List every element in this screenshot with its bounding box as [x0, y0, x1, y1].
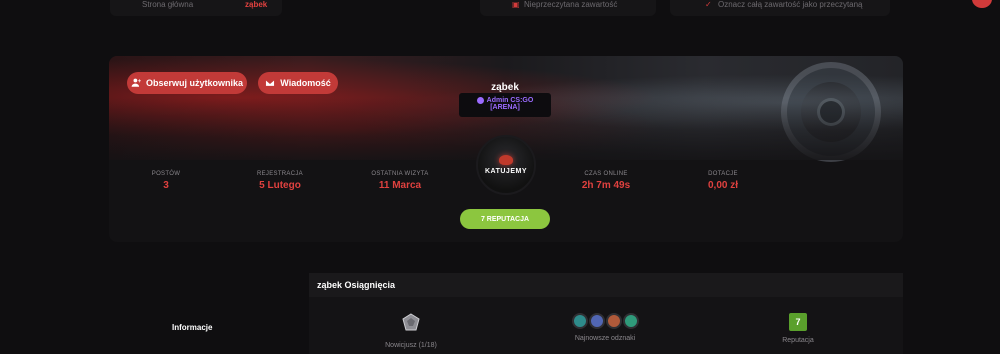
message-button[interactable]: Wiadomość — [258, 72, 338, 94]
profile-card: Obserwuj użytkownika Wiadomość ząbek Adm… — [109, 56, 903, 242]
badges-row — [555, 313, 655, 329]
achievement-label: Nowicjusz (1/18) — [385, 342, 437, 349]
badge-icon[interactable] — [588, 313, 605, 329]
follow-user-label: Obserwuj użytkownika — [145, 78, 244, 88]
stat-registration: REJESTRACJA 5 Lutego — [235, 171, 325, 191]
unread-link-box[interactable]: ▣ Nieprzeczytana zawartość — [480, 0, 656, 16]
stat-last-visit: OSTATNIA WIZYTA 11 Marca — [355, 171, 445, 191]
follow-user-button[interactable]: Obserwuj użytkownika — [127, 72, 247, 94]
badge-icon[interactable] — [571, 313, 588, 329]
reputation-button[interactable]: 7 REPUTACJA — [460, 209, 550, 229]
stat-value: 2h 7m 49s — [581, 180, 631, 191]
avatar[interactable]: KATUJEMY — [476, 135, 536, 195]
message-label: Wiadomość — [280, 78, 331, 88]
stat-label: POSTÓW — [151, 171, 181, 177]
badge-icon[interactable] — [605, 313, 622, 329]
info-tab[interactable]: Informacje — [172, 323, 212, 332]
achievement-rank[interactable]: Nowicjusz (1/18) — [361, 313, 461, 349]
stat-value: 5 Lutego — [259, 180, 301, 191]
calendar-icon: ▣ — [512, 0, 520, 9]
stat-posts: POSTÓW 3 — [121, 171, 211, 191]
achievements-panel: ząbek Osiągnięcia Nowicjusz (1/18) Najno… — [309, 273, 903, 354]
achievements-title: ząbek Osiągnięcia — [309, 273, 903, 297]
achievement-label: Reputacja — [782, 337, 814, 344]
envelope-icon — [265, 79, 275, 87]
stat-online-time: CZAS ONLINE 2h 7m 49s — [561, 171, 651, 191]
reputation-count: 7 — [789, 313, 807, 331]
user-plus-icon — [131, 78, 141, 87]
stat-value: 11 Marca — [378, 180, 422, 191]
breadcrumb-user[interactable]: ząbek — [245, 0, 267, 9]
unread-link[interactable]: Nieprzeczytana zawartość — [524, 0, 617, 9]
mark-read-link[interactable]: Oznacz całą zawartość jako przeczytaną — [718, 0, 863, 9]
mark-read-link-box[interactable]: ✓ Oznacz całą zawartość jako przeczytaną — [670, 0, 890, 16]
stat-label: OSTATNIA WIZYTA — [371, 171, 429, 177]
scroll-top-button[interactable] — [972, 0, 992, 8]
stat-label: REJESTRACJA — [257, 171, 303, 177]
stat-label: DOTACJE — [708, 171, 738, 177]
rank-subtitle: [ARENA] — [490, 104, 520, 111]
rank-icon — [476, 97, 484, 104]
rank-title: Admin CS:GO — [486, 97, 534, 104]
stat-value: 0,00 zł — [707, 180, 739, 191]
achievement-reputation[interactable]: 7 Reputacja — [748, 313, 848, 344]
achievement-label: Najnowsze odznaki — [574, 335, 636, 342]
top-breadcrumb-bar: Strona główna ząbek ▣ Nieprzeczytana zaw… — [0, 0, 1000, 20]
avatar-logo-mark — [499, 155, 513, 165]
novice-badge-icon — [402, 313, 420, 331]
check-icon: ✓ — [705, 0, 712, 9]
rank-badge: Admin CS:GO [ARENA] — [459, 93, 551, 117]
breadcrumb-home[interactable]: Strona główna — [142, 0, 193, 9]
avatar-logo-text: KATUJEMY — [485, 168, 527, 175]
achievement-latest-badges[interactable]: Najnowsze odznaki — [555, 313, 655, 342]
profile-username: ząbek — [491, 82, 519, 93]
stat-value: 3 — [163, 180, 169, 191]
stat-label: CZAS ONLINE — [584, 171, 628, 177]
stat-donations: DOTACJE 0,00 zł — [678, 171, 768, 191]
badge-icon[interactable] — [622, 313, 639, 329]
